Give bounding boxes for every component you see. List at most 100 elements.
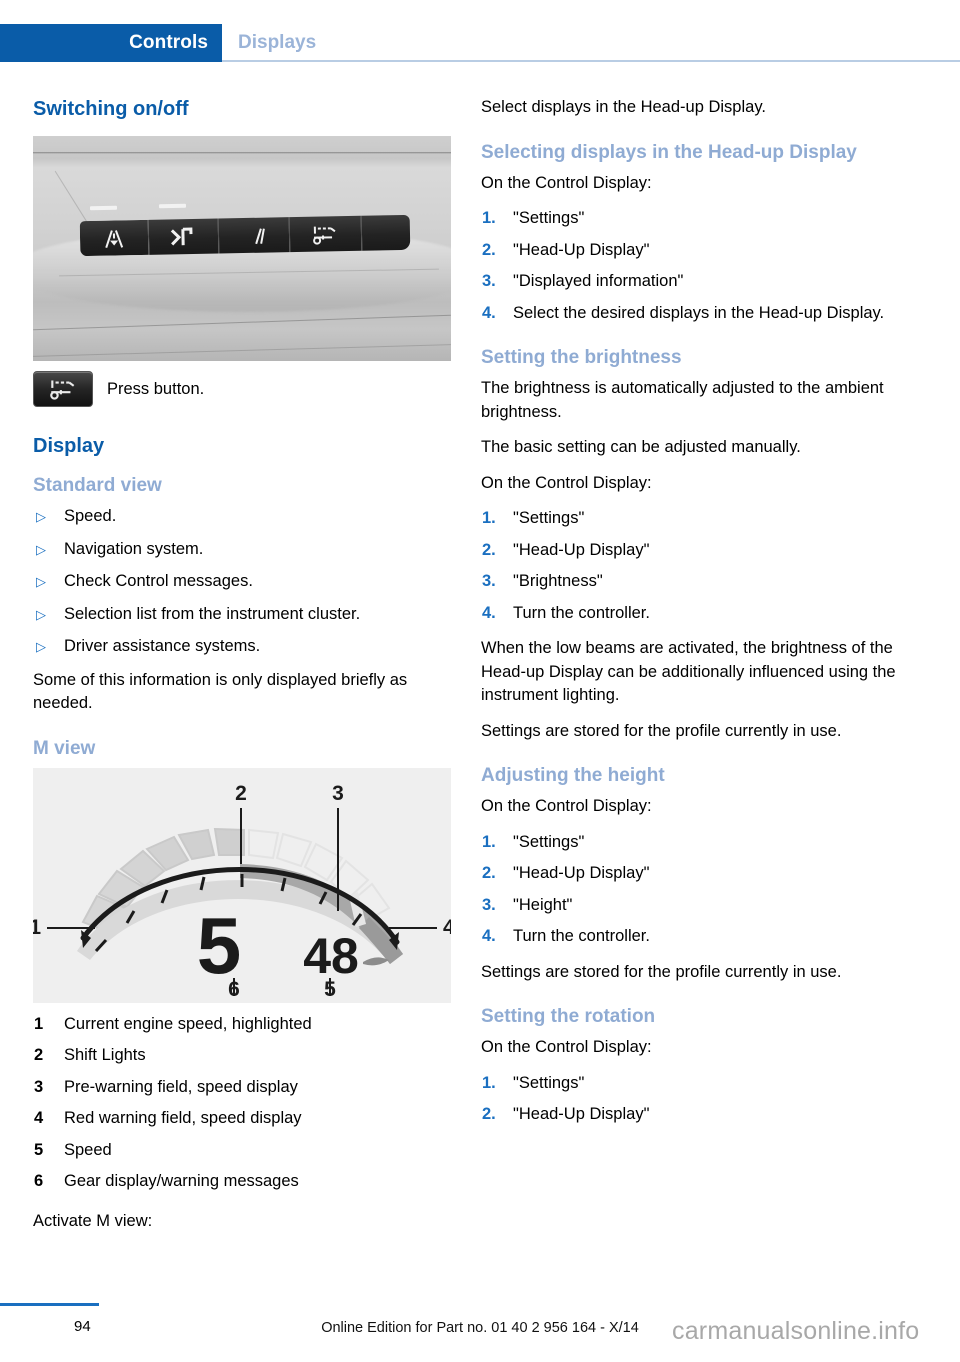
standard-view-item-label: Check Control messages.: [64, 572, 253, 590]
right-section-step: 2. "Head-Up Display": [481, 539, 901, 563]
m-view-legend-number: 3: [34, 1077, 44, 1096]
right-section-step: 3. "Brightness": [481, 570, 901, 594]
right-section-step: 1. "Settings": [481, 1072, 901, 1096]
step-number: 2.: [482, 240, 496, 259]
right-section-step: 2. "Head-Up Display": [481, 1103, 901, 1127]
left-column: Switching on/off Press button. Display S…: [33, 96, 453, 1245]
right-section-steps: 1. "Settings" 2. "Head-Up Display" 3. "Bright…: [481, 507, 901, 625]
svg-text:6: 6: [228, 978, 240, 1001]
standard-view-note: Some of this information is only display…: [33, 670, 408, 713]
svg-text:3: 3: [332, 782, 344, 805]
step-label: "Settings": [513, 209, 585, 227]
right-section-step: 4. Turn the controller.: [481, 925, 901, 949]
right-section: Adjusting the height On the Control Displ…: [481, 763, 901, 984]
right-section-paragraph: Settings are stored for the profile curr…: [481, 962, 842, 981]
right-section-paragraph: The basic setting can be adjusted manual…: [481, 438, 801, 456]
m-view-legend-number: 6: [34, 1172, 44, 1190]
press-button-row: Press button.: [33, 371, 453, 407]
head-up-display-icon: [310, 223, 340, 246]
svg-text:5: 5: [197, 901, 242, 990]
step-number: 1.: [482, 1073, 496, 1092]
m-view-legend-item: 4 Red warning field, speed display: [33, 1107, 453, 1131]
subheading-m-view: M view: [33, 737, 96, 759]
step-label: "Brightness": [513, 572, 603, 590]
button-strip: [79, 214, 411, 257]
collision-warning-button[interactable]: [148, 218, 220, 255]
standard-view-list: ▷ Speed. ▷ Navigation system. ▷ Check Control…: [33, 505, 453, 659]
section-heading-switching: Switching on/off: [33, 98, 189, 120]
step-label: "Settings": [513, 1073, 585, 1092]
right-section: Selecting displays in the Head-up Displa…: [481, 140, 901, 326]
m-view-legend-label: Red warning field, speed display: [64, 1109, 302, 1127]
right-section-lead: On the Control Display:: [481, 473, 652, 492]
right-column-intro: Select displays in the Head-up Display.: [481, 98, 766, 116]
step-label: "Settings": [513, 509, 585, 527]
step-number: 4.: [482, 603, 496, 622]
lane-departure-button[interactable]: [79, 219, 149, 257]
step-label: "Head-Up Display": [513, 240, 650, 259]
m-view-legend-label: Pre-warning field, speed display: [64, 1077, 298, 1096]
right-section-paragraph: When the low beams are activated, the br…: [481, 639, 896, 704]
tab-bar: Controls Displays: [0, 24, 960, 62]
standard-view-item: ▷ Selection list from the instrument clus…: [33, 603, 453, 627]
indicator-led-right: [158, 203, 187, 209]
step-number: 2.: [482, 864, 496, 882]
right-section-lead: On the Control Display:: [481, 173, 652, 192]
right-section-step: 4. Turn the controller.: [481, 602, 901, 626]
collision-warning-icon: [169, 225, 197, 248]
right-section: Setting the rotation On the Control Displ…: [481, 1004, 901, 1127]
standard-view-item-label: Driver assistance systems.: [64, 637, 261, 655]
head-up-display-button[interactable]: [289, 215, 363, 253]
m-view-legend-item: 5 Speed: [33, 1139, 453, 1163]
right-section-steps: 1. "Settings" 2. "Head-Up Display" 3. "Height…: [481, 831, 901, 949]
manual-page: Controls Displays Switching on/off Press…: [0, 0, 960, 1362]
step-label: "Head-Up Display": [513, 540, 650, 559]
m-view-legend: 1 Current engine speed, highlighted 2 Shift…: [33, 1013, 453, 1194]
right-section-step: 2. "Head-Up Display": [481, 862, 901, 886]
m-view-legend-label: Current engine speed, highlighted: [64, 1014, 312, 1033]
m-view-legend-item: 1 Current engine speed, highlighted: [33, 1013, 453, 1037]
standard-view-item: ▷ Check Control messages.: [33, 570, 453, 594]
right-section-step: 1. "Settings": [481, 507, 901, 531]
step-number: 4.: [482, 303, 496, 322]
night-vision-icon: [240, 224, 268, 247]
standard-view-item: ▷ Navigation system.: [33, 538, 453, 562]
right-section-step: 1. "Settings": [481, 831, 901, 855]
right-column: Select displays in the Head-up Display. …: [481, 96, 901, 1139]
triangle-bullet-icon: ▷: [36, 574, 46, 589]
m-view-legend-number: 2: [34, 1046, 44, 1064]
standard-view-item-label: Navigation system.: [64, 539, 204, 558]
svg-text:1: 1: [33, 916, 41, 939]
m-view-legend-item: 3 Pre-warning field, speed display: [33, 1076, 453, 1100]
standard-view-item-label: Speed.: [64, 507, 117, 525]
standard-view-item: ▷ Driver assistance systems.: [33, 635, 453, 659]
right-section-paragraph: The brightness is automatically adjusted…: [481, 379, 884, 421]
right-section-steps: 1. "Settings" 2. "Head-Up Display": [481, 1072, 901, 1127]
m-view-legend-item: 2 Shift Lights: [33, 1044, 453, 1068]
m-view-legend-number: 5: [34, 1140, 44, 1159]
triangle-bullet-icon: ▷: [36, 606, 46, 622]
step-label: "Displayed information": [513, 272, 684, 290]
tab-controls[interactable]: Controls: [0, 24, 222, 62]
right-section-step: 2. "Head-Up Display": [481, 239, 901, 263]
right-sections: Selecting displays in the Head-up Displa…: [481, 140, 901, 1127]
triangle-bullet-icon: ▷: [36, 541, 46, 557]
right-section-step: 1. "Settings": [481, 207, 901, 231]
head-up-display-key-icon: [33, 371, 93, 407]
press-button-label: Press button.: [107, 379, 205, 398]
right-section-heading: Setting the brightness: [481, 347, 682, 368]
tab-displays[interactable]: Displays: [238, 24, 316, 62]
m-view-legend-item: 6 Gear display/warning messages: [33, 1170, 453, 1194]
m-view-gauge-illustration: 5 48 1 4 2 3 6 5: [33, 767, 451, 1003]
standard-view-item: ▷ Speed.: [33, 505, 453, 529]
step-label: Select the desired displays in the Head-…: [513, 303, 885, 322]
step-label: "Settings": [513, 832, 585, 851]
step-number: 3.: [482, 895, 496, 914]
night-vision-button[interactable]: [218, 217, 290, 254]
step-label: Turn the controller.: [513, 927, 650, 945]
right-section-heading: Adjusting the height: [481, 765, 665, 786]
right-section-step: 3. "Height": [481, 894, 901, 918]
m-view-legend-number: 4: [34, 1109, 44, 1127]
step-number: 2.: [482, 540, 496, 559]
blank-key: [361, 214, 411, 251]
